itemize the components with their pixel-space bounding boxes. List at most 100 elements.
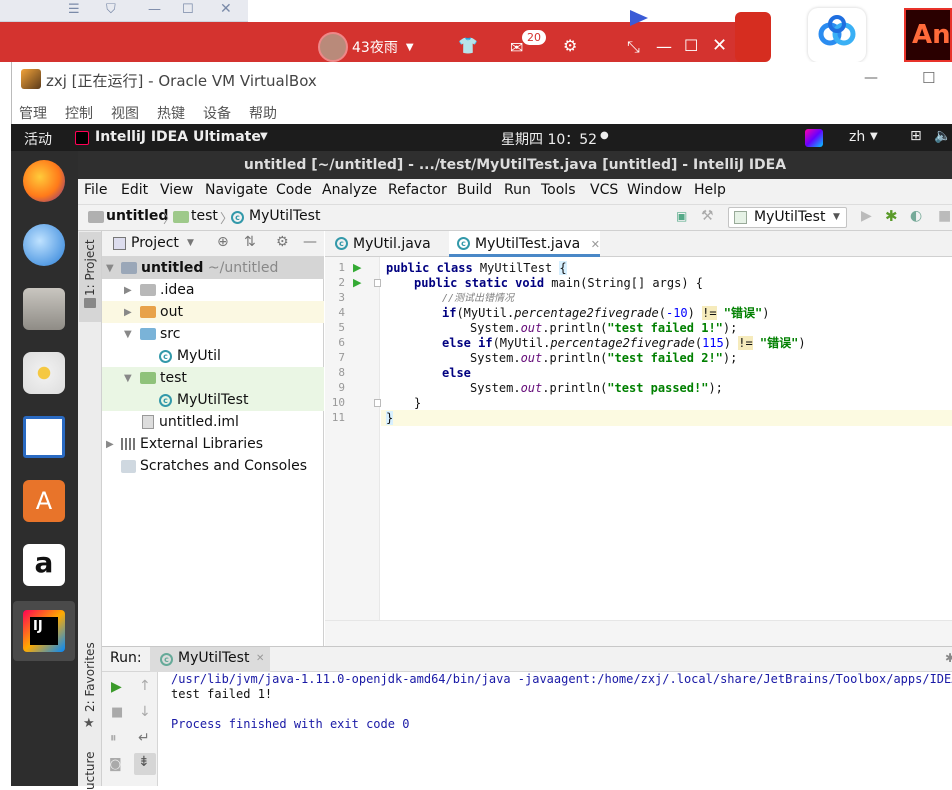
menu-analyze[interactable]: Analyze <box>322 182 377 198</box>
stop-icon[interactable]: ■ <box>111 705 123 720</box>
stop-icon[interactable]: ■ <box>938 208 951 224</box>
arrow-up-icon[interactable]: ↑ <box>139 678 151 694</box>
vbox-menu-help[interactable]: 帮助 <box>249 103 277 123</box>
files-icon[interactable] <box>23 288 65 330</box>
maximize-icon[interactable]: ☐ <box>922 69 935 87</box>
breadcrumb-test[interactable]: test <box>191 208 218 224</box>
chevron-down-icon[interactable]: ▼ <box>187 238 194 248</box>
scroll-to-end-button[interactable]: ⇟ <box>134 753 156 775</box>
menu-code[interactable]: Code <box>276 182 312 198</box>
animate-app-icon[interactable]: An <box>904 8 952 62</box>
run-icon[interactable]: ▶ <box>861 208 872 224</box>
menu-window[interactable]: Window <box>627 182 682 198</box>
menu-vcs[interactable]: VCS <box>590 182 618 198</box>
expand-arrow-icon[interactable]: ▶ <box>106 439 114 450</box>
clock[interactable]: 星期四 10：52 <box>501 129 597 149</box>
gear-icon[interactable]: ⚙ <box>563 36 577 55</box>
activities-button[interactable]: 活动 <box>24 129 52 149</box>
tree-item-scratches[interactable]: Scratches and Consoles <box>121 455 307 477</box>
chevron-down-icon[interactable]: ▼ <box>406 42 414 53</box>
menu-icon[interactable]: ☰ <box>68 2 80 17</box>
soft-wrap-icon[interactable]: ↵ <box>138 730 150 746</box>
close-icon[interactable]: ✕ <box>712 35 727 56</box>
tree-item-myutil[interactable]: c MyUtil <box>159 345 221 367</box>
shrink-icon[interactable]: ⤡ <box>627 37 640 57</box>
close-tab-icon[interactable]: ✕ <box>591 238 600 251</box>
minimize-icon[interactable]: — <box>656 37 672 56</box>
weather-widget[interactable]: 43夜雨 ▼ <box>318 32 414 62</box>
input-method-label[interactable]: zh <box>849 129 865 145</box>
locate-icon[interactable]: ⊕ <box>217 234 229 250</box>
network-icon[interactable]: ⊞ <box>910 128 922 144</box>
menu-navigate[interactable]: Navigate <box>205 182 268 198</box>
collapse-arrow-icon[interactable]: ▼ <box>124 329 132 340</box>
collapse-arrow-icon[interactable]: ▼ <box>124 373 132 384</box>
fold-icon[interactable] <box>374 279 381 287</box>
firefox-icon[interactable] <box>23 160 65 202</box>
coverage-icon[interactable]: ◐ <box>910 208 922 224</box>
minimize-icon[interactable]: — <box>148 2 161 17</box>
avatar[interactable] <box>318 32 348 62</box>
maximize-icon[interactable]: ☐ <box>684 36 698 55</box>
run-config-selector[interactable]: MyUtilTest ▼ <box>728 207 847 228</box>
collapse-all-icon[interactable]: ⇅ <box>244 234 256 250</box>
rhythmbox-icon[interactable] <box>23 352 65 394</box>
jetbrains-toolbox-icon[interactable] <box>805 129 823 147</box>
shirt-icon[interactable]: ⛉ <box>106 2 116 17</box>
tree-item-myutiltest[interactable]: c MyUtilTest <box>159 389 248 411</box>
arrow-down-icon[interactable]: ↓ <box>139 704 151 720</box>
app-shortcut-icon[interactable] <box>735 12 771 62</box>
vbox-menu-control[interactable]: 控制 <box>65 103 93 123</box>
mail-icon[interactable]: ✉ <box>510 38 523 57</box>
close-icon[interactable]: ✕ <box>220 1 232 17</box>
terminal-icon[interactable]: ▣ <box>676 209 687 223</box>
debug-icon[interactable]: ✱ <box>885 207 898 225</box>
breadcrumb-file[interactable]: MyUtilTest <box>249 208 320 224</box>
maximize-icon[interactable]: ☐ <box>182 2 194 17</box>
tree-item-test[interactable]: test <box>140 367 187 389</box>
intellij-idea-icon[interactable]: IJ <box>23 610 65 652</box>
fold-icon[interactable] <box>374 399 381 407</box>
tree-item-untitled[interactable]: untitled ~/untitled <box>121 257 278 279</box>
favorites-tool-label[interactable]: 2: Favorites <box>83 642 97 712</box>
menu-build[interactable]: Build <box>457 182 492 198</box>
software-center-icon[interactable]: A <box>23 480 65 522</box>
amazon-icon[interactable]: a <box>23 544 65 586</box>
vbox-menu-hotkey[interactable]: 热键 <box>157 103 185 123</box>
volume-icon[interactable]: 🔈 <box>934 128 951 144</box>
camera-icon[interactable]: ◙ <box>109 757 122 772</box>
menu-edit[interactable]: Edit <box>121 182 148 198</box>
tree-item-out[interactable]: out <box>140 301 183 323</box>
tab-myutil[interactable]: c MyUtil.java ✕ <box>327 231 448 277</box>
run-panel-gear-icon[interactable]: ✱ <box>945 651 952 665</box>
vbox-menu-manage[interactable]: 管理 <box>19 103 47 123</box>
rerun-icon[interactable]: ▶ <box>111 679 122 695</box>
libreoffice-writer-icon[interactable] <box>23 416 65 458</box>
menu-view[interactable]: View <box>160 182 193 198</box>
chevron-down-icon[interactable]: ▼ <box>260 131 268 142</box>
menu-tools[interactable]: Tools <box>541 182 576 198</box>
pause-icon[interactable]: ⏸ <box>110 731 117 746</box>
hide-icon[interactable]: — <box>303 234 317 250</box>
shirt-icon[interactable]: 👕 <box>458 36 478 55</box>
menu-run[interactable]: Run <box>504 182 531 198</box>
tree-item-src[interactable]: src <box>140 323 180 345</box>
menu-refactor[interactable]: Refactor <box>388 182 447 198</box>
minimize-icon[interactable]: — <box>864 70 878 86</box>
expand-arrow-icon[interactable]: ▶ <box>124 285 132 296</box>
expand-arrow-icon[interactable]: ▶ <box>124 307 132 318</box>
gear-icon[interactable]: ⚙ <box>276 234 289 250</box>
app-menu-button[interactable]: IntelliJ IDEA Ultimate <box>95 129 261 145</box>
close-tab-icon[interactable]: ✕ <box>256 653 264 664</box>
project-panel-title[interactable]: Project <box>131 235 179 251</box>
chevron-down-icon[interactable]: ▼ <box>870 131 878 142</box>
tree-item-iml[interactable]: untitled.iml <box>142 411 239 433</box>
run-method-gutter-icon[interactable]: ▶ <box>353 276 361 289</box>
breadcrumb-project[interactable]: untitled <box>106 208 168 224</box>
tab-myutiltest[interactable]: c MyUtilTest.java ✕ <box>449 231 600 257</box>
menu-help[interactable]: Help <box>694 182 726 198</box>
run-tab-myutiltest[interactable]: c MyUtilTest ✕ <box>150 647 270 672</box>
structure-tool-label[interactable]: ucture <box>83 751 97 790</box>
collapse-arrow-icon[interactable]: ▼ <box>106 263 114 274</box>
thunderbird-icon[interactable] <box>23 224 65 266</box>
